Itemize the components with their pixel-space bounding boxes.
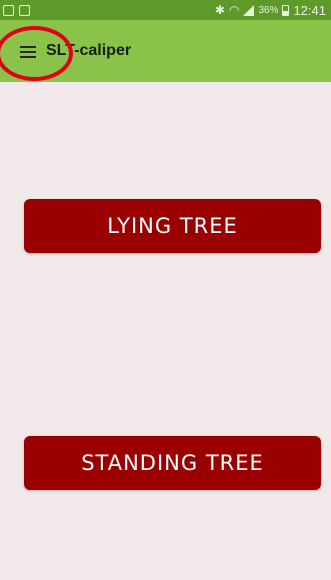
notification-icon	[3, 4, 14, 16]
clock: 12:41	[293, 2, 326, 18]
lying-tree-button[interactable]: LYING TREE	[24, 199, 321, 253]
wifi-icon: ◠	[228, 3, 240, 17]
hamburger-menu-icon	[20, 46, 36, 58]
battery-percent: 36%	[258, 4, 279, 16]
standing-tree-button[interactable]: STANDING TREE	[24, 436, 321, 490]
app-toolbar: SLT-caliper	[0, 20, 331, 82]
status-right-icons: ✱ ◠ 36% 12:41	[215, 3, 326, 18]
notification-icon	[19, 4, 30, 16]
page-title: SLT-caliper	[46, 42, 132, 59]
status-bar: ✱ ◠ 36% 12:41	[0, 0, 331, 20]
signal-icon	[243, 4, 255, 16]
status-left-icons	[3, 4, 30, 16]
battery-icon	[282, 4, 290, 16]
menu-button[interactable]	[6, 30, 50, 74]
bluetooth-icon: ✱	[214, 3, 225, 17]
